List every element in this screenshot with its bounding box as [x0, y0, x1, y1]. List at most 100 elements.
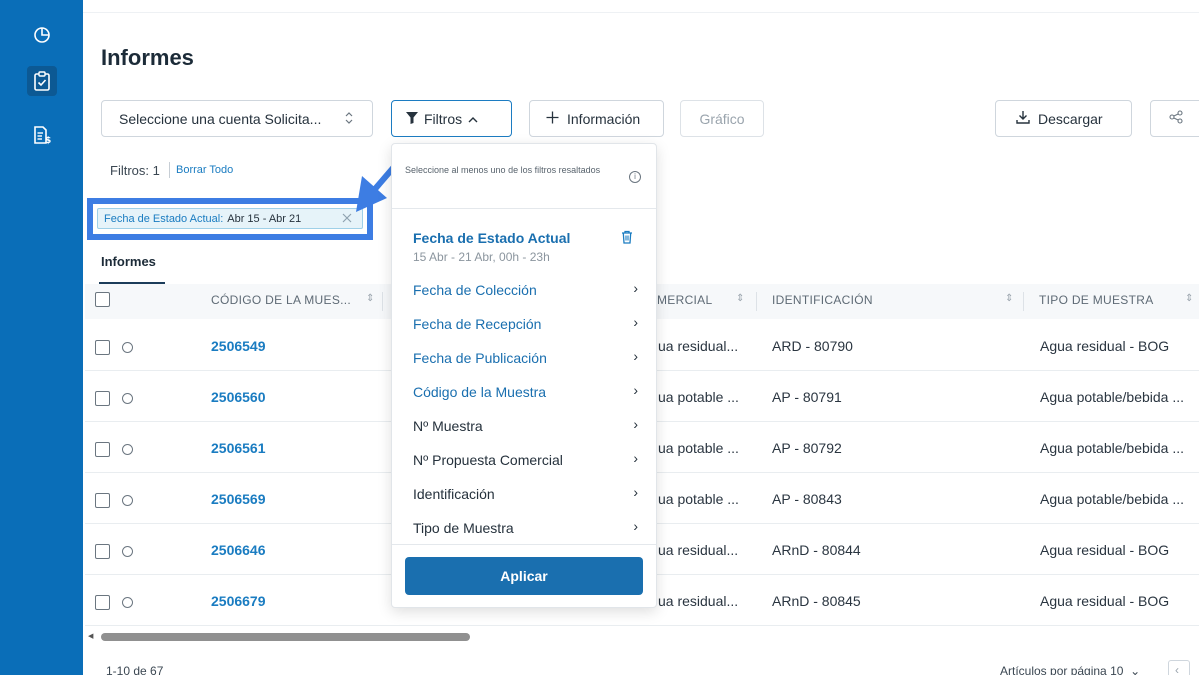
- info-icon[interactable]: i: [629, 171, 641, 183]
- commercial-cell: ua potable ...: [658, 491, 739, 507]
- filter-option-label: Fecha de Recepción: [413, 316, 542, 332]
- column-header-sample-type[interactable]: TIPO DE MUESTRA: [1039, 293, 1154, 307]
- sort-icon[interactable]: ⇕: [736, 293, 744, 304]
- invoice-icon[interactable]: $: [27, 120, 57, 150]
- commercial-cell: ua residual...: [658, 593, 739, 609]
- chevron-right-icon: ›: [633, 280, 638, 296]
- sort-icon[interactable]: ⇕: [1185, 293, 1193, 304]
- filters-hint: Seleccione al menos uno de los filtros r…: [405, 165, 601, 175]
- active-filter-title[interactable]: Fecha de Estado Actual: [413, 230, 570, 246]
- active-filters-count: Filtros: 1: [110, 163, 160, 178]
- filter-option-sample-type[interactable]: Tipo de Muestra ›: [413, 516, 638, 542]
- add-information-button[interactable]: Información: [529, 100, 664, 137]
- download-icon: [1016, 110, 1030, 127]
- row-checkbox[interactable]: [95, 442, 110, 457]
- column-separator: [756, 292, 757, 311]
- filter-option-label: Código de la Muestra: [413, 384, 547, 400]
- row-checkbox[interactable]: [95, 340, 110, 355]
- previous-page-button[interactable]: ‹: [1168, 660, 1190, 675]
- chevron-right-icon: ›: [633, 450, 638, 466]
- sample-code-link[interactable]: 2506549: [211, 338, 266, 354]
- sample-type-cell: Agua potable/bebida ...: [1040, 389, 1185, 405]
- filters-separator: [169, 162, 170, 178]
- active-filter-chip[interactable]: Fecha de Estado Actual: Abr 15 - Abr 21: [97, 208, 363, 229]
- commercial-cell: ua residual...: [658, 542, 739, 558]
- active-filter-range: 15 Abr - 21 Abr, 00h - 23h: [413, 250, 550, 264]
- sample-type-cell: Agua potable/bebida ...: [1040, 491, 1185, 507]
- row-checkbox[interactable]: [95, 544, 110, 559]
- sample-code-link[interactable]: 2506560: [211, 389, 266, 405]
- column-header-identification[interactable]: IDENTIFICACIÓN: [772, 293, 873, 307]
- filter-option-reception-date[interactable]: Fecha de Recepción ›: [413, 312, 638, 338]
- chevron-down-icon: ⌄: [1126, 664, 1141, 675]
- filter-option-sample-number[interactable]: Nº Muestra ›: [413, 414, 638, 440]
- chevron-right-icon: ›: [633, 314, 638, 330]
- items-per-page-select[interactable]: Artículos por página 10 ⌄: [1000, 664, 1140, 675]
- scroll-left-arrow-icon[interactable]: ◀: [88, 632, 93, 640]
- column-separator: [382, 292, 383, 311]
- svg-text:$: $: [45, 136, 51, 145]
- column-header-code[interactable]: CÓDIGO DE LA MUES...: [211, 293, 351, 307]
- filter-option-sample-code[interactable]: Código de la Muestra ›: [413, 380, 638, 406]
- clear-all-filters-link[interactable]: Borrar Todo: [176, 164, 233, 176]
- account-select[interactable]: Seleccione una cuenta Solicita...: [101, 100, 373, 137]
- identification-cell: ARnD - 80845: [772, 593, 861, 609]
- apply-filters-button[interactable]: Aplicar: [405, 557, 643, 595]
- expand-row-icon[interactable]: [122, 597, 133, 608]
- filter-option-publication-date[interactable]: Fecha de Publicación ›: [413, 346, 638, 372]
- filter-option-label: Fecha de Publicación: [413, 350, 547, 366]
- filters-button[interactable]: Filtros: [391, 100, 512, 137]
- expand-row-icon[interactable]: [122, 546, 133, 557]
- sort-icon[interactable]: ⇕: [366, 293, 374, 304]
- share-button[interactable]: [1150, 100, 1199, 137]
- filter-option-collection-date[interactable]: Fecha de Colección ›: [413, 278, 638, 304]
- filter-option-label: Tipo de Muestra: [413, 520, 514, 536]
- expand-row-icon[interactable]: [122, 342, 133, 353]
- chevron-up-icon: [468, 111, 478, 127]
- filter-option-label: Nº Propuesta Comercial: [413, 452, 563, 468]
- tab-informes[interactable]: Informes: [101, 254, 156, 269]
- row-checkbox[interactable]: [95, 493, 110, 508]
- expand-row-icon[interactable]: [122, 444, 133, 455]
- header-divider: [83, 12, 1199, 13]
- horizontal-scrollbar-thumb[interactable]: [101, 633, 470, 641]
- sample-code-link[interactable]: 2506569: [211, 491, 266, 507]
- expand-row-icon[interactable]: [122, 393, 133, 404]
- filter-option-label: Identificación: [413, 486, 495, 502]
- row-checkbox[interactable]: [95, 391, 110, 406]
- commercial-cell: ua potable ...: [658, 389, 739, 405]
- clipboard-check-icon[interactable]: [27, 66, 57, 96]
- row-checkbox[interactable]: [95, 595, 110, 610]
- chart-pie-icon[interactable]: [27, 20, 57, 50]
- commercial-cell: ua residual...: [658, 338, 739, 354]
- select-arrows-icon: [344, 111, 354, 128]
- sample-code-link[interactable]: 2506679: [211, 593, 266, 609]
- sample-code-link[interactable]: 2506561: [211, 440, 266, 456]
- identification-cell: AP - 80843: [772, 491, 842, 507]
- filter-option-identification[interactable]: Identificación ›: [413, 482, 638, 508]
- plus-icon: [546, 111, 559, 127]
- filter-option-label: Fecha de Colección: [413, 282, 537, 298]
- download-label: Descargar: [1038, 110, 1103, 127]
- items-per-page-label: Artículos por página 10: [1000, 664, 1124, 675]
- sort-icon[interactable]: ⇕: [1005, 293, 1013, 304]
- download-button[interactable]: Descargar: [995, 100, 1132, 137]
- select-all-checkbox[interactable]: [95, 292, 110, 307]
- filter-option-commercial-proposal[interactable]: Nº Propuesta Comercial ›: [413, 448, 638, 474]
- chart-button[interactable]: Gráfico: [680, 100, 764, 137]
- page-title: Informes: [101, 45, 194, 70]
- filter-funnel-icon: [406, 111, 418, 127]
- filter-option-label: Nº Muestra: [413, 418, 483, 434]
- chevron-right-icon: ›: [633, 382, 638, 398]
- filter-chip-value: Abr 15 - Abr 21: [227, 212, 302, 225]
- identification-cell: ARD - 80790: [772, 338, 853, 354]
- add-information-label: Información: [567, 110, 641, 127]
- sample-type-cell: Agua residual - BOG: [1040, 593, 1170, 609]
- expand-row-icon[interactable]: [122, 495, 133, 506]
- column-header-commercial[interactable]: MERCIAL: [657, 293, 712, 307]
- sample-code-link[interactable]: 2506646: [211, 542, 266, 558]
- commercial-cell: ua potable ...: [658, 440, 739, 456]
- close-icon[interactable]: [341, 212, 353, 227]
- trash-icon[interactable]: [621, 230, 633, 249]
- chevron-right-icon: ›: [633, 518, 638, 534]
